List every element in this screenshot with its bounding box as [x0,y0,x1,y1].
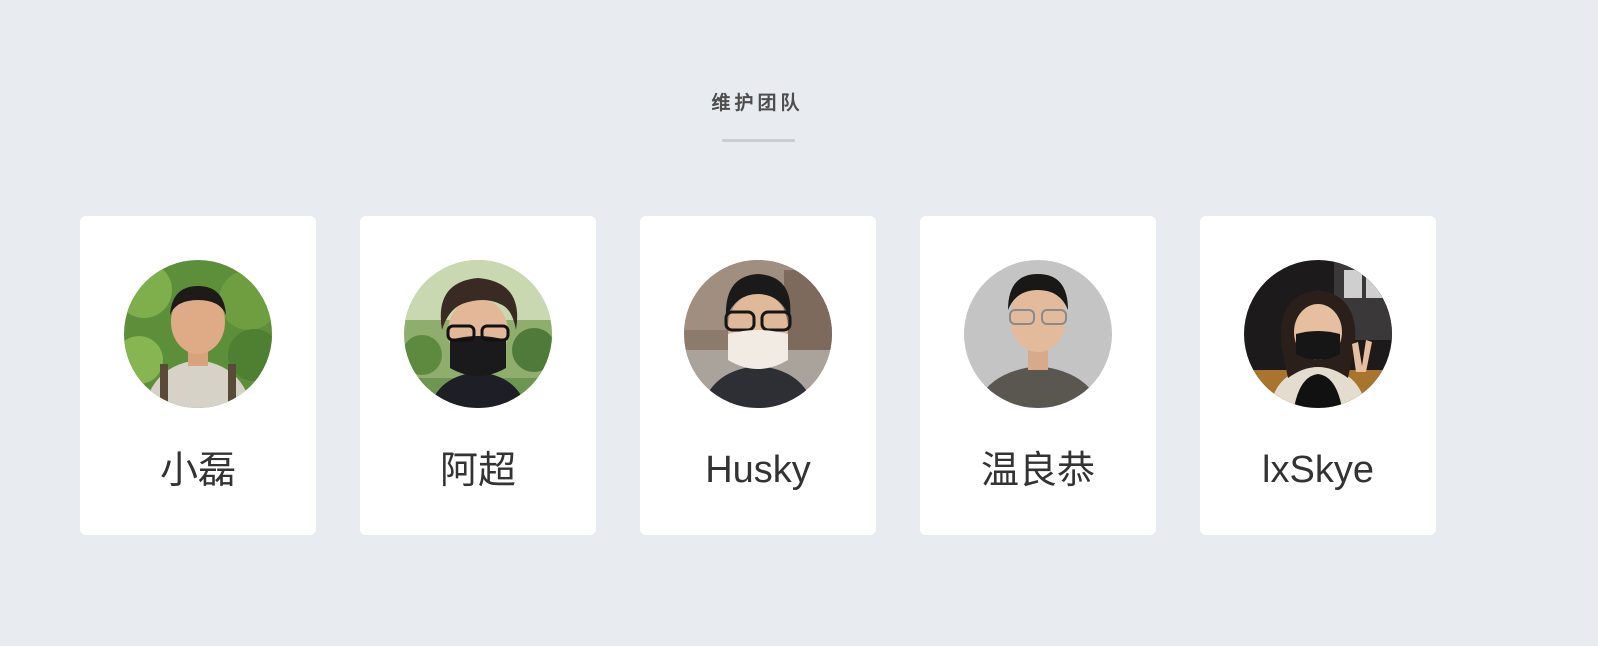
section-title: 维护团队 [711,92,804,114]
member-name: lxSkye [1262,449,1374,491]
avatar[interactable] [404,260,552,408]
person-photo-icon [964,260,1112,408]
team-member-card[interactable]: Husky [640,216,876,535]
team-card-list: 小磊 阿超 Husky 温良恭 lxSkye [80,216,1436,535]
member-name: 小磊 [159,448,236,492]
team-member-card[interactable]: 阿超 [360,216,596,535]
person-photo-icon [404,260,552,408]
avatar[interactable] [124,260,272,408]
person-photo-icon [684,260,832,408]
team-member-card[interactable]: 温良恭 [920,216,1156,535]
person-photo-icon [1244,260,1392,408]
team-section: 维护团队 小磊 阿超 Husky 温良恭 lxSkye [0,0,1598,646]
avatar[interactable] [1244,260,1392,408]
member-name: Husky [705,449,811,491]
avatar[interactable] [964,260,1112,408]
team-member-card[interactable]: lxSkye [1200,216,1436,535]
member-name: 阿超 [439,448,516,492]
team-member-card[interactable]: 小磊 [80,216,316,535]
person-photo-icon [124,260,272,408]
avatar[interactable] [684,260,832,408]
title-divider [722,139,795,142]
member-name: 温良恭 [980,448,1095,492]
